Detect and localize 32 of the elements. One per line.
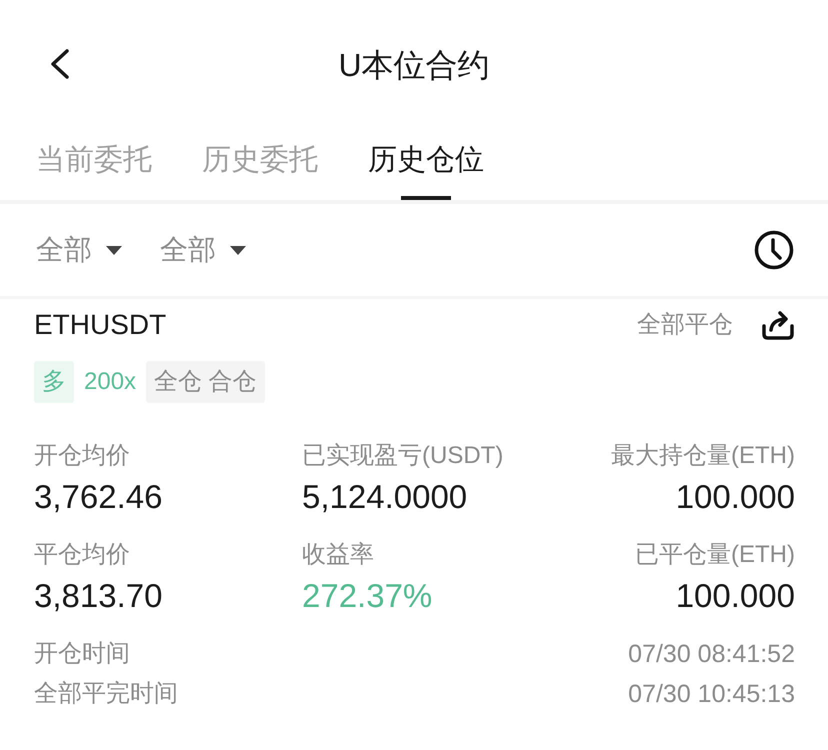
time-label: 开仓时间 xyxy=(34,639,130,669)
stat-value: 3,762.46 xyxy=(34,477,162,517)
tab[interactable]: 当前委托 xyxy=(36,130,152,200)
filter-dropdown[interactable]: 全部 xyxy=(160,232,246,268)
margin-mode-tag: 全仓 合仓 xyxy=(146,361,265,403)
chevron-left-icon xyxy=(49,49,71,79)
direction-tag: 多 xyxy=(34,361,74,403)
page-title: U本位合约 xyxy=(338,46,490,85)
share-icon[interactable] xyxy=(761,310,795,340)
time-value: 07/30 10:45:13 xyxy=(628,679,795,710)
stat-value: 5,124.0000 xyxy=(302,477,468,517)
close-all-button[interactable]: 全部平仓 xyxy=(637,309,733,341)
stat-value: 272.37% xyxy=(302,576,432,616)
time-value: 07/30 08:41:52 xyxy=(628,639,795,670)
clock-icon[interactable] xyxy=(754,230,794,270)
stat-label: 收益率 xyxy=(302,540,374,570)
stat-label: 开仓均价 xyxy=(34,441,130,471)
stat-label: 平仓均价 xyxy=(34,540,130,570)
leverage-label: 200x xyxy=(83,367,138,397)
stat-label: 最大持仓量(ETH) xyxy=(611,441,795,471)
tab[interactable]: 历史委托 xyxy=(202,130,318,200)
stat-label: 已平仓量(ETH) xyxy=(635,540,795,570)
stat-label: 已实现盈亏(USDT) xyxy=(302,441,504,471)
stat-value: 3,813.70 xyxy=(34,576,162,616)
caret-icon xyxy=(106,246,122,254)
filter-dropdown[interactable]: 全部 xyxy=(36,232,122,268)
time-label: 全部平完时间 xyxy=(34,679,178,709)
tab[interactable]: 历史仓位 xyxy=(368,130,484,200)
caret-icon xyxy=(230,246,246,254)
stat-value: 100.000 xyxy=(676,477,795,517)
symbol-name: ETHUSDT xyxy=(34,308,166,342)
stat-value: 100.000 xyxy=(676,576,795,616)
